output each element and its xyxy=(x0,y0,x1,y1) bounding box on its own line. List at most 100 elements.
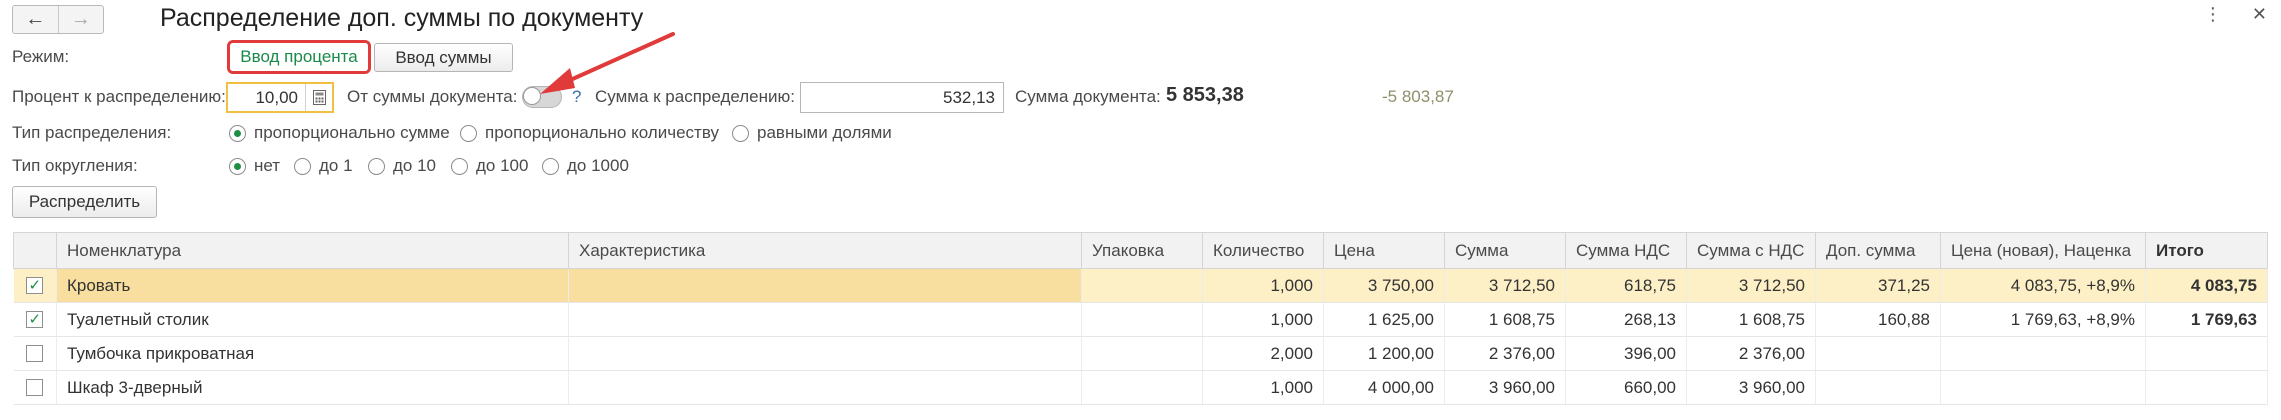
cell-characteristic[interactable] xyxy=(568,302,1082,337)
cell-extra-sum[interactable] xyxy=(1815,336,1941,371)
radio-circle xyxy=(294,157,311,175)
more-menu-icon[interactable]: ⋮ xyxy=(2204,4,2222,25)
column-header[interactable]: Упаковка xyxy=(1081,232,1203,269)
cell-quantity[interactable]: 2,000 xyxy=(1202,336,1324,371)
column-header[interactable]: Итого xyxy=(2145,232,2268,269)
cell-package[interactable] xyxy=(1081,336,1203,371)
column-header[interactable]: Доп. сумма xyxy=(1815,232,1941,269)
radio-round-1000[interactable]: до 1000 xyxy=(542,155,629,177)
table-row[interactable]: Шкаф 3-дверный 1,000 4 000,00 3 960,00 6… xyxy=(13,370,2268,405)
row-checkbox[interactable]: ✓ xyxy=(26,277,44,294)
radio-label: пропорционально сумме xyxy=(254,123,450,142)
radio-by-quantity[interactable]: пропорционально количеству xyxy=(460,122,719,144)
window-controls: ⋮ ✕ xyxy=(2204,4,2267,25)
cell-name[interactable]: Кровать xyxy=(56,268,569,303)
distribution-label: Тип распределения: xyxy=(12,123,172,142)
cell-vat[interactable]: 618,75 xyxy=(1565,268,1687,303)
checkmark-icon: ✓ xyxy=(28,277,42,294)
doc-sum-label: Сумма документа: xyxy=(1015,87,1161,106)
radio-round-1[interactable]: до 1 xyxy=(294,155,353,177)
radio-label: нет xyxy=(254,156,281,175)
cell-quantity[interactable]: 1,000 xyxy=(1202,370,1324,405)
cell-price[interactable]: 4 000,00 xyxy=(1323,370,1445,405)
navigation-buttons: ← → xyxy=(12,5,104,34)
distribute-button[interactable]: Распределить xyxy=(12,186,157,218)
cell-sum-with-vat[interactable]: 2 376,00 xyxy=(1686,336,1816,371)
calculator-icon[interactable] xyxy=(305,84,332,111)
cell-quantity[interactable]: 1,000 xyxy=(1202,302,1324,337)
row-checkbox[interactable] xyxy=(26,345,44,362)
row-checkbox-cell[interactable]: ✓ xyxy=(13,302,57,337)
cell-sum[interactable]: 3 712,50 xyxy=(1444,268,1566,303)
highlight-frame: Ввод процента xyxy=(227,40,371,74)
radio-equal-shares[interactable]: равными долями xyxy=(732,122,892,144)
radio-label: до 100 xyxy=(476,156,529,175)
cell-new-price[interactable] xyxy=(1940,370,2146,405)
column-header[interactable]: Цена xyxy=(1323,232,1445,269)
annotation-arrow-icon xyxy=(540,32,675,94)
cell-sum-with-vat[interactable]: 1 608,75 xyxy=(1686,302,1816,337)
row-checkbox[interactable]: ✓ xyxy=(26,311,44,328)
column-header[interactable]: Сумма xyxy=(1444,232,1566,269)
cell-new-price[interactable]: 4 083,75, +8,9% xyxy=(1940,268,2146,303)
cell-sum-with-vat[interactable]: 3 960,00 xyxy=(1686,370,1816,405)
column-header[interactable]: Цена (новая), Наценка xyxy=(1940,232,2146,269)
cell-total[interactable] xyxy=(2145,370,2268,405)
percent-mode-button[interactable]: Ввод процента xyxy=(230,43,368,71)
percent-input[interactable]: 10,00 xyxy=(226,82,334,113)
back-arrow-icon[interactable]: ← xyxy=(13,6,58,33)
cell-sum[interactable]: 3 960,00 xyxy=(1444,370,1566,405)
row-checkbox-cell[interactable]: ✓ xyxy=(13,268,57,303)
cell-extra-sum[interactable]: 371,25 xyxy=(1815,268,1941,303)
cell-total[interactable]: 1 769,63 xyxy=(2145,302,2268,337)
radio-by-sum[interactable]: пропорционально сумме xyxy=(229,122,450,144)
row-checkbox-cell[interactable] xyxy=(13,370,57,405)
cell-package[interactable] xyxy=(1081,302,1203,337)
row-checkbox[interactable] xyxy=(26,379,44,396)
column-header[interactable]: Количество xyxy=(1202,232,1324,269)
radio-round-none[interactable]: нет xyxy=(229,155,280,177)
sum-input[interactable]: 532,13 xyxy=(800,82,1004,113)
radio-label: до 1 xyxy=(319,156,353,175)
cell-vat[interactable]: 268,13 xyxy=(1565,302,1687,337)
cell-name[interactable]: Шкаф 3-дверный xyxy=(56,370,569,405)
column-header[interactable]: Характеристика xyxy=(568,232,1082,269)
row-checkbox-cell[interactable] xyxy=(13,336,57,371)
close-icon[interactable]: ✕ xyxy=(2252,4,2267,25)
cell-new-price[interactable] xyxy=(1940,336,2146,371)
forward-arrow-icon[interactable]: → xyxy=(57,6,104,33)
radio-dot xyxy=(234,129,241,137)
cell-characteristic[interactable] xyxy=(568,370,1082,405)
cell-sum[interactable]: 1 608,75 xyxy=(1444,302,1566,337)
table-row[interactable]: ✓ Туалетный столик 1,000 1 625,00 1 608,… xyxy=(13,302,2268,337)
cell-price[interactable]: 1 625,00 xyxy=(1323,302,1445,337)
cell-characteristic[interactable] xyxy=(568,336,1082,371)
column-header[interactable]: Сумма с НДС xyxy=(1686,232,1816,269)
cell-new-price[interactable]: 1 769,63, +8,9% xyxy=(1940,302,2146,337)
cell-vat[interactable]: 660,00 xyxy=(1565,370,1687,405)
cell-sum[interactable]: 2 376,00 xyxy=(1444,336,1566,371)
table-row[interactable]: ✓ Кровать 1,000 3 750,00 3 712,50 618,75… xyxy=(13,268,2268,303)
mode-label: Режим: xyxy=(12,47,70,66)
table-row[interactable]: Тумбочка прикроватная 2,000 1 200,00 2 3… xyxy=(13,336,2268,371)
cell-package[interactable] xyxy=(1081,268,1203,303)
cell-package[interactable] xyxy=(1081,370,1203,405)
cell-quantity[interactable]: 1,000 xyxy=(1202,268,1324,303)
cell-characteristic[interactable] xyxy=(568,268,1082,303)
checkmark-icon: ✓ xyxy=(28,311,42,328)
radio-circle xyxy=(229,157,246,175)
cell-sum-with-vat[interactable]: 3 712,50 xyxy=(1686,268,1816,303)
cell-extra-sum[interactable]: 160,88 xyxy=(1815,302,1941,337)
radio-round-100[interactable]: до 100 xyxy=(451,155,528,177)
cell-name[interactable]: Туалетный столик xyxy=(56,302,569,337)
cell-total[interactable]: 4 083,75 xyxy=(2145,268,2268,303)
column-header[interactable]: Сумма НДС xyxy=(1565,232,1687,269)
cell-extra-sum[interactable] xyxy=(1815,370,1941,405)
column-header[interactable]: Номенклатура xyxy=(56,232,569,269)
cell-total[interactable] xyxy=(2145,336,2268,371)
cell-name[interactable]: Тумбочка прикроватная xyxy=(56,336,569,371)
cell-price[interactable]: 1 200,00 xyxy=(1323,336,1445,371)
cell-vat[interactable]: 396,00 xyxy=(1565,336,1687,371)
radio-round-10[interactable]: до 10 xyxy=(368,155,436,177)
cell-price[interactable]: 3 750,00 xyxy=(1323,268,1445,303)
